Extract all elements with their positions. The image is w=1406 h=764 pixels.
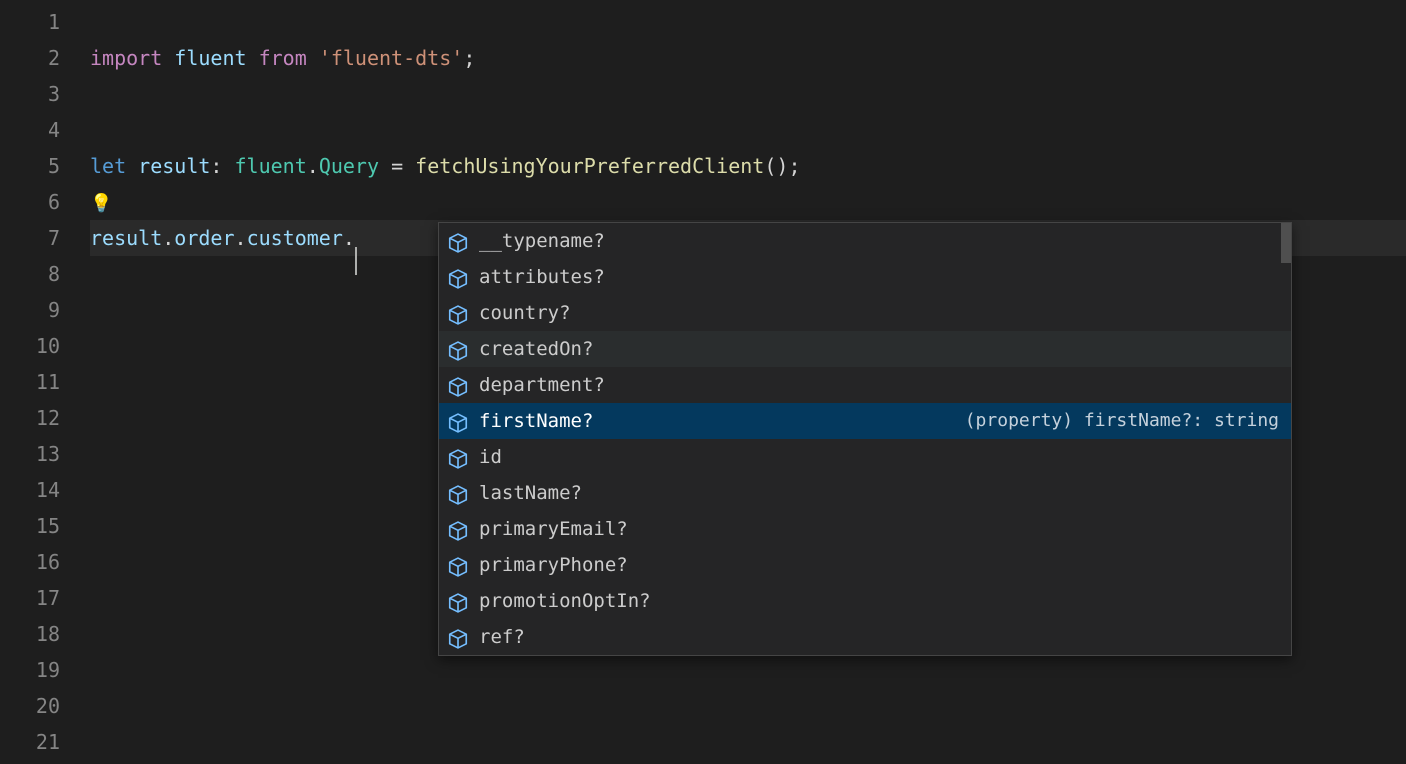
line-number: 11 bbox=[0, 364, 60, 400]
parens: () bbox=[764, 154, 788, 178]
code-line[interactable] bbox=[90, 112, 1406, 148]
line-number: 14 bbox=[0, 472, 60, 508]
colon: : bbox=[210, 154, 234, 178]
suggestion-item[interactable]: department? bbox=[439, 367, 1291, 403]
code-line[interactable]: 💡 bbox=[90, 184, 1406, 220]
suggestion-detail: (property) firstName?: string bbox=[965, 403, 1283, 439]
line-number: 3 bbox=[0, 76, 60, 112]
namespace: fluent bbox=[235, 154, 307, 178]
line-number: 6 bbox=[0, 184, 60, 220]
lightbulb-icon[interactable]: 💡 bbox=[90, 186, 112, 222]
function-call: fetchUsingYourPreferredClient bbox=[415, 154, 764, 178]
scrollbar-thumb[interactable] bbox=[1281, 223, 1291, 263]
equals: = bbox=[379, 154, 415, 178]
line-number: 17 bbox=[0, 580, 60, 616]
code-line[interactable] bbox=[90, 652, 1406, 688]
type-name: Query bbox=[319, 154, 379, 178]
suggestion-label: primaryEmail? bbox=[479, 511, 628, 547]
line-number: 19 bbox=[0, 652, 60, 688]
suggestion-label: firstName? bbox=[479, 403, 593, 439]
line-number: 20 bbox=[0, 688, 60, 724]
suggestion-label: attributes? bbox=[479, 259, 605, 295]
field-icon bbox=[447, 482, 469, 504]
line-number: 1 bbox=[0, 4, 60, 40]
keyword-from: from bbox=[259, 46, 307, 70]
variable-ref: result bbox=[90, 226, 162, 250]
line-number: 12 bbox=[0, 400, 60, 436]
code-line[interactable]: import fluent from 'fluent-dts'; bbox=[90, 40, 1406, 76]
field-icon bbox=[447, 338, 469, 360]
code-editor[interactable]: 123456789101112131415161718192021 import… bbox=[0, 0, 1406, 764]
suggestion-item[interactable]: country? bbox=[439, 295, 1291, 331]
field-icon bbox=[447, 374, 469, 396]
keyword-let: let bbox=[90, 154, 126, 178]
code-line[interactable]: let result: fluent.Query = fetchUsingYou… bbox=[90, 148, 1406, 184]
line-number: 18 bbox=[0, 616, 60, 652]
suggestion-item[interactable]: primaryEmail? bbox=[439, 511, 1291, 547]
keyword-import: import bbox=[90, 46, 162, 70]
line-number: 13 bbox=[0, 436, 60, 472]
code-line[interactable] bbox=[90, 688, 1406, 724]
suggestion-item[interactable]: __typename? bbox=[439, 223, 1291, 259]
suggestion-label: department? bbox=[479, 367, 605, 403]
field-icon bbox=[447, 446, 469, 468]
string-literal: 'fluent-dts' bbox=[319, 46, 464, 70]
variable-name: result bbox=[138, 154, 210, 178]
suggestion-item[interactable]: id bbox=[439, 439, 1291, 475]
line-number: 10 bbox=[0, 328, 60, 364]
line-number: 21 bbox=[0, 724, 60, 760]
suggestion-item[interactable]: ref? bbox=[439, 619, 1291, 655]
suggestion-label: __typename? bbox=[479, 223, 605, 259]
field-icon bbox=[447, 590, 469, 612]
field-icon bbox=[447, 554, 469, 576]
field-icon bbox=[447, 266, 469, 288]
field-icon bbox=[447, 518, 469, 540]
code-line[interactable] bbox=[90, 724, 1406, 760]
suggestion-label: country? bbox=[479, 295, 571, 331]
line-number: 5 bbox=[0, 148, 60, 184]
code-area[interactable]: import fluent from 'fluent-dts'; let res… bbox=[90, 0, 1406, 764]
intellisense-popup[interactable]: __typename?attributes?country?createdOn?… bbox=[438, 222, 1292, 656]
dot: . bbox=[162, 226, 174, 250]
semicolon: ; bbox=[463, 46, 475, 70]
suggestion-label: lastName? bbox=[479, 475, 582, 511]
field-icon bbox=[447, 410, 469, 432]
suggestion-item[interactable]: primaryPhone? bbox=[439, 547, 1291, 583]
field-icon bbox=[447, 302, 469, 324]
field-icon bbox=[447, 230, 469, 252]
line-number: 4 bbox=[0, 112, 60, 148]
semicolon: ; bbox=[788, 154, 800, 178]
code-line[interactable] bbox=[90, 4, 1406, 40]
suggestion-item[interactable]: firstName? (property) firstName?: string bbox=[439, 403, 1291, 439]
suggestion-label: id bbox=[479, 439, 502, 475]
suggestion-item[interactable]: createdOn? bbox=[439, 331, 1291, 367]
field-icon bbox=[447, 626, 469, 648]
suggestion-label: ref? bbox=[479, 619, 525, 655]
suggestion-item[interactable]: attributes? bbox=[439, 259, 1291, 295]
property-access: order bbox=[174, 226, 234, 250]
property-access: customer bbox=[247, 226, 343, 250]
dot: . bbox=[235, 226, 247, 250]
code-line[interactable] bbox=[90, 76, 1406, 112]
line-number: 7 bbox=[0, 220, 60, 256]
suggestion-item[interactable]: lastName? bbox=[439, 475, 1291, 511]
dot: . bbox=[307, 154, 319, 178]
line-number: 15 bbox=[0, 508, 60, 544]
suggestion-label: promotionOptIn? bbox=[479, 583, 651, 619]
suggestion-label: createdOn? bbox=[479, 331, 593, 367]
line-number-gutter: 123456789101112131415161718192021 bbox=[0, 0, 90, 764]
line-number: 8 bbox=[0, 256, 60, 292]
line-number: 2 bbox=[0, 40, 60, 76]
line-number: 16 bbox=[0, 544, 60, 580]
suggestion-item[interactable]: promotionOptIn? bbox=[439, 583, 1291, 619]
line-number: 9 bbox=[0, 292, 60, 328]
dot: . bbox=[343, 226, 355, 250]
suggestion-label: primaryPhone? bbox=[479, 547, 628, 583]
import-identifier: fluent bbox=[174, 46, 246, 70]
